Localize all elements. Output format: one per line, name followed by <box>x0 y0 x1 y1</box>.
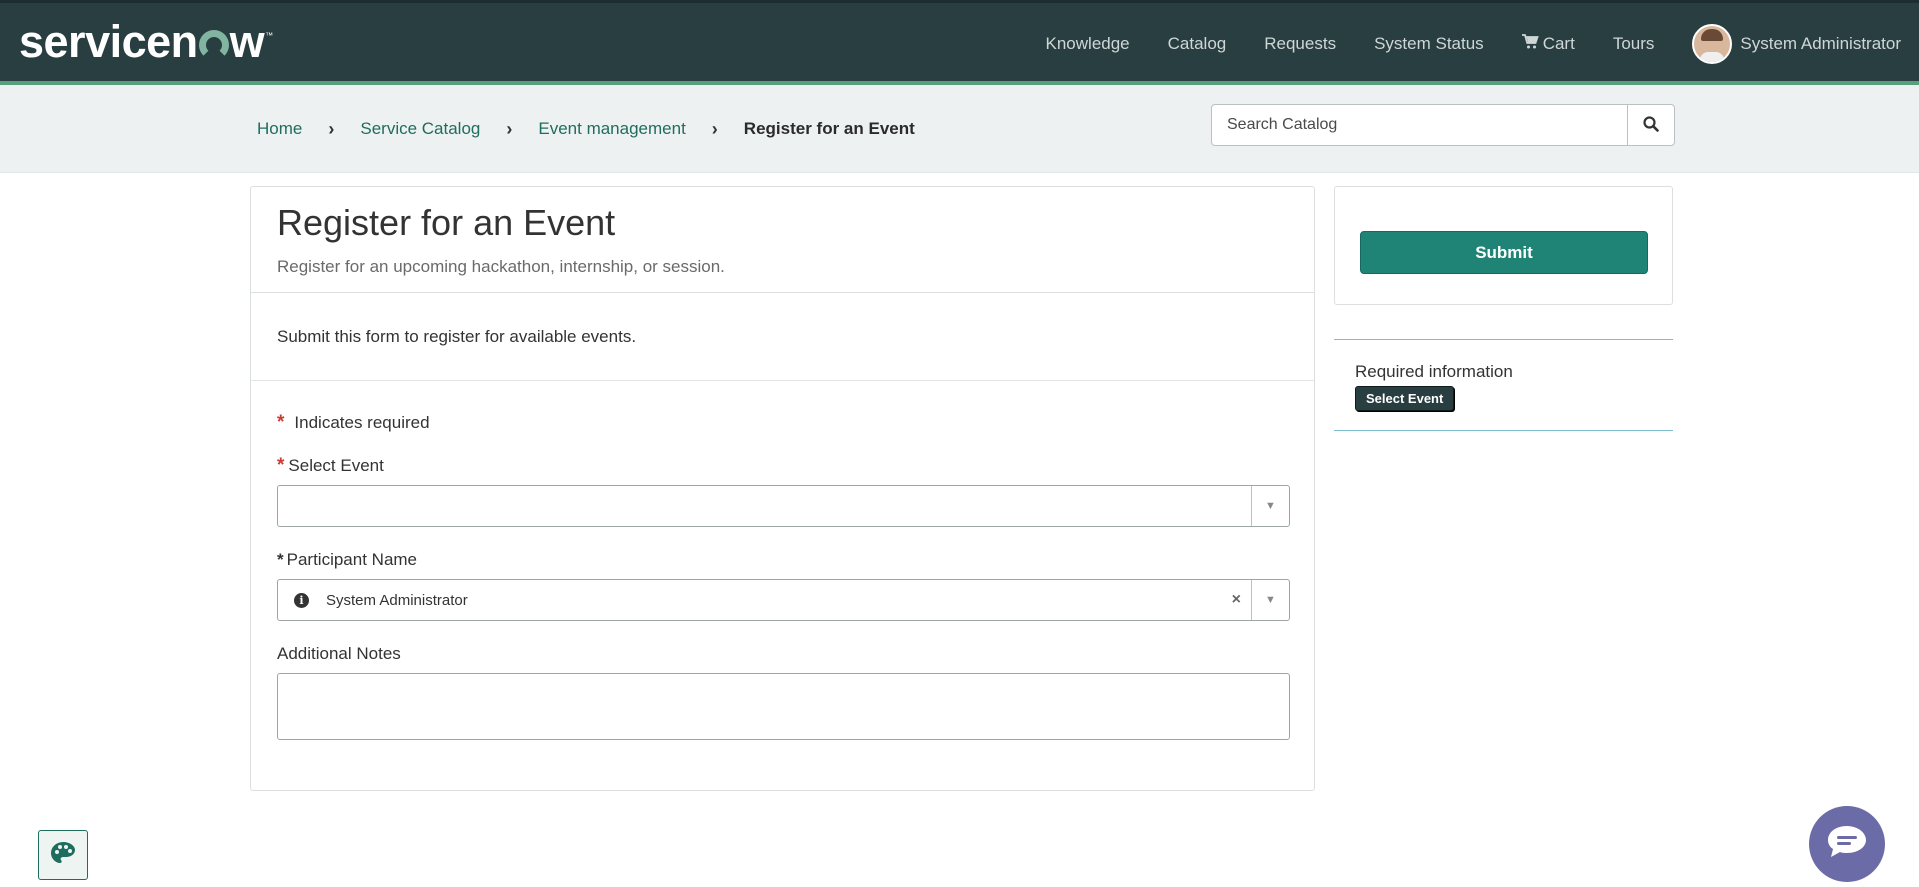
participant-name-value: System Administrator <box>326 591 468 609</box>
required-star-icon: * <box>277 550 284 569</box>
additional-notes-label: Additional Notes <box>277 643 1288 665</box>
participant-name-label: * Participant Name <box>277 549 1288 571</box>
required-note-text: Indicates required <box>294 413 430 432</box>
info-icon[interactable]: i <box>294 592 309 608</box>
nav-tours[interactable]: Tours <box>1613 34 1655 54</box>
nav-requests[interactable]: Requests <box>1264 34 1336 54</box>
logo-text: servicen <box>19 16 198 67</box>
user-menu[interactable]: System Administrator <box>1692 23 1901 64</box>
chevron-right-icon: › <box>711 118 718 139</box>
catalog-item-card: Register for an Event Register for an up… <box>250 186 1315 791</box>
nav-knowledge[interactable]: Knowledge <box>1046 34 1130 54</box>
breadcrumb: Home › Service Catalog › Event managemen… <box>257 85 915 173</box>
select-event-label: * Select Event <box>277 455 1288 477</box>
chat-bubble-icon <box>1825 823 1869 866</box>
nav-system-status[interactable]: System Status <box>1374 34 1484 54</box>
servicenow-logo[interactable]: servicen w ™ <box>19 19 273 65</box>
card-header: Register for an Event Register for an up… <box>251 187 1314 293</box>
logo-text-end: w <box>229 16 265 67</box>
select-event-field[interactable]: ▼ <box>277 485 1290 527</box>
nav-cart-label: Cart <box>1542 33 1575 53</box>
catalog-search <box>1211 104 1675 146</box>
additional-notes-textarea[interactable] <box>277 673 1290 740</box>
avatar <box>1692 23 1733 64</box>
cart-icon <box>1521 33 1539 54</box>
clear-icon[interactable]: × <box>1232 591 1241 609</box>
top-header: servicen w ™ Knowledge Catalog Requests Sy… <box>0 0 1919 85</box>
description-text: Submit this form to register for availab… <box>277 326 637 346</box>
search-icon <box>1643 115 1659 135</box>
accessibility-palette-button[interactable] <box>38 830 88 880</box>
select-event-label-text: Select Event <box>288 456 384 475</box>
required-note: * Indicates required <box>277 411 1288 435</box>
user-name: System Administrator <box>1740 33 1901 53</box>
dropdown-caret-icon[interactable]: ▼ <box>1251 486 1289 526</box>
breadcrumb-event-management[interactable]: Event management <box>538 119 685 139</box>
chevron-right-icon: › <box>506 118 513 139</box>
search-input[interactable] <box>1211 104 1627 146</box>
order-panel: Submit <box>1334 186 1673 305</box>
submit-button[interactable]: Submit <box>1360 231 1648 274</box>
main-nav: Knowledge Catalog Requests System Status… <box>1008 3 1901 84</box>
item-description: Submit this form to register for availab… <box>251 293 1314 381</box>
required-star-icon: * <box>277 455 285 476</box>
logo-ring-icon <box>198 30 229 60</box>
page-title: Register for an Event <box>277 202 616 243</box>
dropdown-caret-icon[interactable]: ▼ <box>1251 580 1289 620</box>
required-star-icon: * <box>277 412 285 433</box>
additional-notes-label-text: Additional Notes <box>277 644 401 663</box>
participant-name-label-text: Participant Name <box>286 550 418 569</box>
breadcrumb-home[interactable]: Home <box>257 119 302 139</box>
participant-name-field[interactable]: i System Administrator × ▼ <box>277 579 1290 621</box>
breadcrumb-service-catalog[interactable]: Service Catalog <box>360 119 480 139</box>
palette-icon <box>49 840 77 871</box>
page-subtitle: Register for an upcoming hackathon, inte… <box>277 257 725 276</box>
nav-cart[interactable]: Cart <box>1521 33 1575 54</box>
chat-button[interactable] <box>1809 806 1885 882</box>
required-item-badge[interactable]: Select Event <box>1355 386 1455 411</box>
nav-catalog[interactable]: Catalog <box>1168 34 1227 54</box>
logo-trademark: ™ <box>265 31 273 40</box>
required-information-panel: Required information Select Event <box>1334 339 1673 431</box>
breadcrumb-current: Register for an Event <box>743 119 915 138</box>
required-information-title: Required information <box>1355 362 1513 381</box>
chevron-right-icon: › <box>328 118 335 139</box>
search-button[interactable] <box>1627 104 1675 146</box>
variable-form: * Indicates required * Select Event ▼ * … <box>251 381 1314 740</box>
